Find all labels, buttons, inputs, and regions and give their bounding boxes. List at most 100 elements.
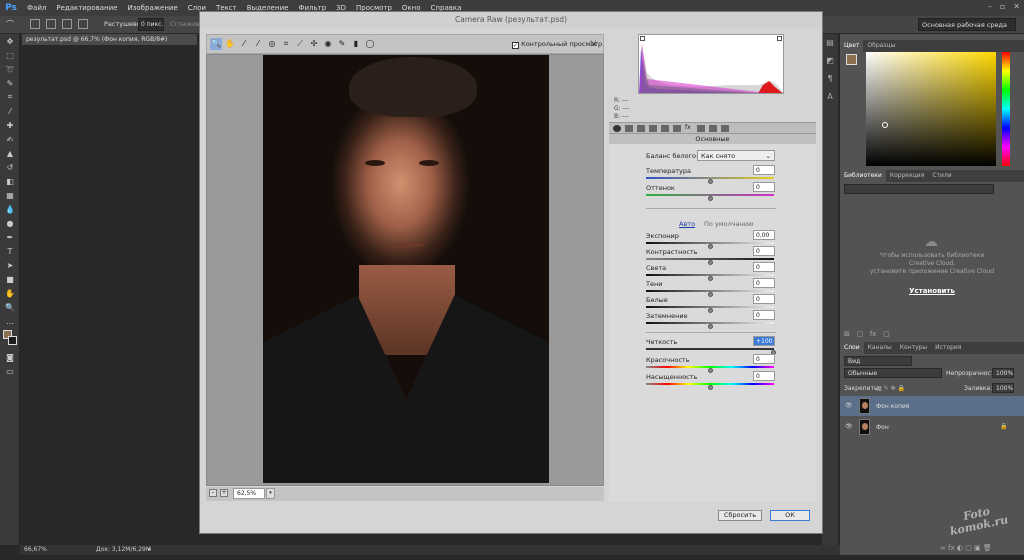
tab-history[interactable]: История	[931, 342, 965, 354]
graduated-filter-icon[interactable]: ▮	[350, 38, 362, 50]
gradient-tool-icon[interactable]: ▦	[0, 188, 20, 202]
color-picker-field[interactable]	[866, 52, 996, 166]
tab-channels[interactable]: Каналы	[864, 342, 896, 354]
zoom-tool-icon[interactable]: 🔍	[0, 300, 20, 314]
history-brush-icon[interactable]: ↺	[0, 160, 20, 174]
highlight-clip-icon[interactable]	[777, 36, 782, 41]
type-tool-icon[interactable]: T	[0, 244, 20, 258]
hand-tool-icon[interactable]: ✋	[0, 286, 20, 300]
tab-color[interactable]: Цвет	[840, 40, 864, 52]
extra-tools-icon[interactable]: …	[0, 314, 20, 328]
menu-edit[interactable]: Редактирование	[51, 0, 122, 16]
saturation-input[interactable]: 0	[753, 371, 775, 381]
dodge-tool-icon[interactable]: ●	[0, 216, 20, 230]
opacity-input[interactable]: 100%	[992, 368, 1014, 378]
crop-tool-icon[interactable]: ⌗	[0, 90, 20, 104]
hue-slider[interactable]	[1002, 52, 1010, 166]
pen-tool-icon[interactable]: ✒	[0, 230, 20, 244]
tab-libraries[interactable]: Библиотеки	[840, 170, 886, 182]
spot-removal-icon[interactable]: ✣	[308, 38, 320, 50]
crop-icon[interactable]: ⌗	[280, 38, 292, 50]
white-balance-select[interactable]: Как снято ⌄	[697, 150, 775, 161]
history-panel-icon[interactable]: ▤	[822, 38, 838, 52]
clarity-slider[interactable]	[646, 348, 774, 350]
layer-kind-filter[interactable]: Вид	[844, 356, 912, 366]
minimize-button[interactable]: –	[988, 2, 992, 11]
ok-button[interactable]: ОК	[770, 510, 810, 521]
auto-link[interactable]: Авто	[679, 220, 695, 228]
character-panel-icon[interactable]: A	[822, 92, 838, 106]
blend-mode-select[interactable]: Обычные	[844, 368, 942, 378]
fullscreen-icon[interactable]: ⇲	[587, 38, 599, 50]
highlights-input[interactable]: 0	[753, 262, 775, 272]
snapshots-tab-icon[interactable]	[721, 125, 729, 132]
color-swatches-icon[interactable]	[0, 328, 20, 350]
quick-mask-icon[interactable]: ◙	[0, 350, 20, 364]
hsl-tab-icon[interactable]	[649, 125, 657, 132]
install-cc-link[interactable]: Установить	[840, 287, 1024, 295]
screen-mode-icon[interactable]: ▭	[0, 364, 20, 378]
shape-tool-icon[interactable]: ■	[0, 272, 20, 286]
path-select-icon[interactable]: ➤	[0, 258, 20, 272]
white-balance-icon[interactable]: ⁄	[238, 38, 250, 50]
preview-canvas[interactable]	[206, 54, 604, 486]
lasso-tool-icon[interactable]: ➰	[0, 62, 20, 76]
whites-input[interactable]: 0	[753, 294, 775, 304]
exposure-input[interactable]: 0,00	[753, 230, 775, 240]
lens-tab-icon[interactable]	[673, 125, 681, 132]
eyedropper-tool-icon[interactable]: ⁄	[0, 104, 20, 118]
straighten-icon[interactable]: ⟋	[294, 38, 306, 50]
status-zoom[interactable]: 66,67%	[24, 546, 47, 553]
targeted-adjust-icon[interactable]: ◎	[266, 38, 278, 50]
vibrance-input[interactable]: 0	[753, 354, 775, 364]
detail-tab-icon[interactable]	[637, 125, 645, 132]
eye-icon[interactable]: 👁	[845, 402, 853, 409]
workspace-select[interactable]: Основная рабочая среда	[918, 18, 1016, 31]
document-tab[interactable]: результат.psd @ 66,7% (Фон копия, RGB/8#…	[22, 34, 197, 45]
brush-tool-icon[interactable]: ✍	[0, 132, 20, 146]
zoom-level[interactable]: 62,5%	[233, 488, 265, 499]
tab-layers[interactable]: Слои	[840, 342, 864, 354]
shadows-knob[interactable]	[708, 292, 713, 297]
split-toning-tab-icon[interactable]	[661, 125, 669, 132]
tab-swatches[interactable]: Образцы	[863, 40, 899, 52]
default-link[interactable]: По умолчанию	[704, 220, 754, 228]
lasso-tool-icon[interactable]: ⌒	[6, 19, 14, 30]
fill-input[interactable]: 100%	[992, 383, 1014, 393]
radial-filter-icon[interactable]: ◯	[364, 38, 376, 50]
properties-panel-icon[interactable]: ◩	[822, 56, 838, 70]
feather-input[interactable]: 0 пикс.	[138, 18, 164, 31]
fx-tab-icon[interactable]: fx	[685, 124, 693, 131]
zoom-in-button[interactable]: +	[220, 489, 228, 497]
status-arrow-icon[interactable]: ▸	[148, 546, 151, 553]
tab-adjustments[interactable]: Коррекция	[886, 170, 928, 182]
shadows-input[interactable]: 0	[753, 278, 775, 288]
zoom-icon[interactable]: 🔍	[210, 38, 222, 50]
basic-tab-icon[interactable]	[613, 125, 621, 132]
contrast-knob[interactable]	[708, 260, 713, 265]
exposure-knob[interactable]	[708, 244, 713, 249]
chevron-down-icon[interactable]: ▾	[266, 488, 275, 499]
red-eye-icon[interactable]: ◉	[322, 38, 334, 50]
hand-icon[interactable]: ✋	[224, 38, 236, 50]
tint-input[interactable]: 0	[753, 182, 775, 192]
vibrance-knob[interactable]	[708, 368, 713, 373]
stamp-tool-icon[interactable]: ▲	[0, 146, 20, 160]
saturation-knob[interactable]	[708, 385, 713, 390]
eye-icon[interactable]: 👁	[845, 423, 853, 430]
presets-tab-icon[interactable]	[709, 125, 717, 132]
reset-button[interactable]: Сбросить	[718, 510, 762, 521]
tab-styles[interactable]: Стили	[928, 170, 955, 182]
blacks-knob[interactable]	[708, 324, 713, 329]
adjustment-brush-icon[interactable]: ✎	[336, 38, 348, 50]
shadow-clip-icon[interactable]	[640, 36, 645, 41]
layer-row[interactable]: 👁 Фон 🔒	[840, 417, 1024, 437]
temperature-input[interactable]: 0	[753, 165, 775, 175]
blacks-input[interactable]: 0	[753, 310, 775, 320]
new-selection-icon[interactable]	[30, 19, 40, 29]
quick-select-tool-icon[interactable]: ✎	[0, 76, 20, 90]
menu-file[interactable]: Файл	[22, 0, 51, 16]
intersect-selection-icon[interactable]	[78, 19, 88, 29]
healing-tool-icon[interactable]: ✚	[0, 118, 20, 132]
zoom-out-button[interactable]: –	[209, 489, 217, 497]
